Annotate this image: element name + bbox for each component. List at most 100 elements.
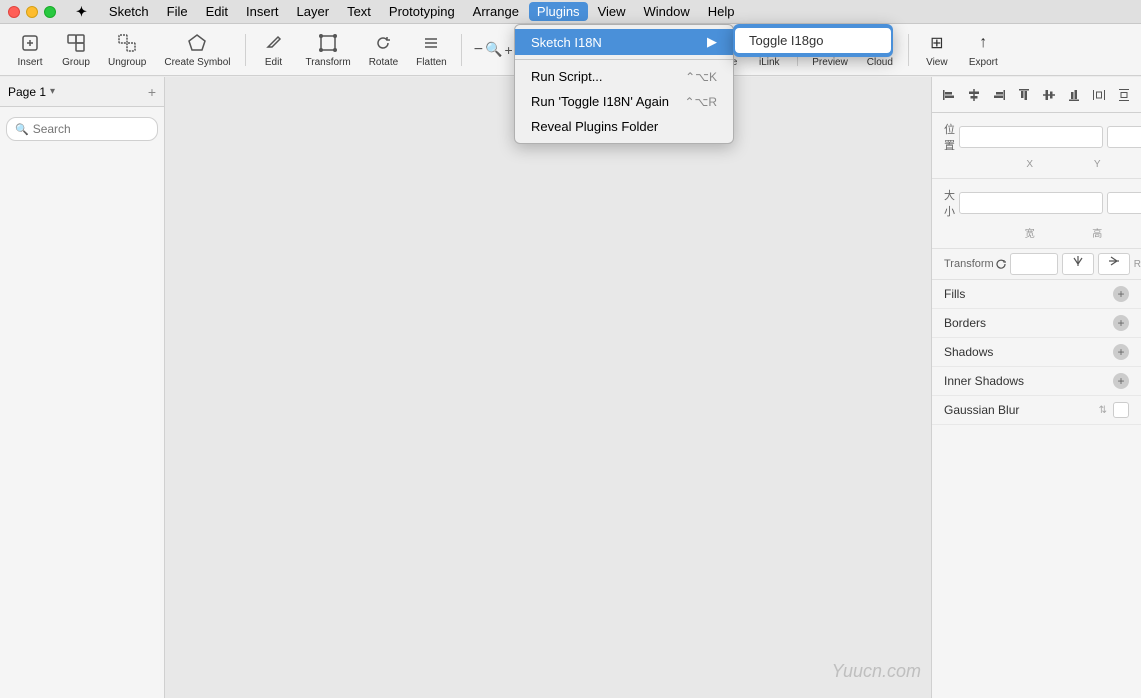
flatten-button[interactable]: Flatten [408, 28, 455, 72]
flip-v-button[interactable] [1098, 253, 1130, 275]
position-label: 位置 [944, 121, 955, 153]
right-panel: 位置 X Y 大小 宽 高 [931, 77, 1141, 698]
gaussian-blur-toggle-icon: ⇅ [1099, 405, 1107, 416]
export-button[interactable]: ↑ Export [961, 28, 1006, 72]
insert-icon [18, 32, 42, 55]
zoom-icon: 🔍 [485, 41, 502, 58]
sketch-i18n-item[interactable]: Sketch I18N ▶ [515, 29, 733, 55]
app-logo[interactable]: ✦ [68, 2, 95, 22]
size-label: 大小 [944, 187, 955, 219]
transform-label: Transform [944, 258, 994, 270]
inner-shadows-add-button[interactable]: + [1113, 373, 1129, 389]
height-input[interactable] [1107, 192, 1141, 214]
view-icon: ⊞ [925, 32, 949, 55]
menu-prototyping[interactable]: Prototyping [381, 2, 463, 21]
flatten-icon [419, 32, 443, 55]
toolbar-sep-5 [908, 34, 909, 66]
distribute-v-btn[interactable] [1113, 84, 1135, 106]
create-symbol-button[interactable]: Create Symbol [156, 28, 238, 72]
rotate-input[interactable] [1010, 253, 1058, 275]
position-section: 位置 X Y [932, 113, 1141, 179]
menu-plugins[interactable]: Plugins [529, 2, 588, 21]
menu-window[interactable]: Window [636, 2, 698, 21]
traffic-lights [8, 6, 56, 18]
maximize-button[interactable] [44, 6, 56, 18]
toggle-i18n-item[interactable]: Toggle I18go [735, 28, 891, 53]
run-script-item[interactable]: Run Script... ⌃⌥K [515, 64, 733, 89]
fills-add-button[interactable]: + [1113, 286, 1129, 302]
run-toggle-item[interactable]: Run 'Toggle I18N' Again ⌃⌥R [515, 89, 733, 114]
rotate-icon-small [994, 257, 1008, 271]
menu-app-name[interactable]: Sketch [101, 2, 157, 21]
menu-file[interactable]: File [159, 2, 196, 21]
shadows-section-header: Shadows + [932, 338, 1141, 367]
height-sublabel: 高 [1066, 225, 1130, 240]
menu-layer[interactable]: Layer [289, 2, 338, 21]
align-bottom-btn[interactable] [1063, 84, 1085, 106]
close-button[interactable] [8, 6, 20, 18]
page-chevron[interactable]: ▾ [50, 86, 55, 97]
create-symbol-icon [185, 32, 209, 55]
page-add-icon[interactable]: + [148, 84, 156, 100]
y-input[interactable] [1107, 126, 1141, 148]
distribute-h-btn[interactable] [1088, 84, 1110, 106]
rotate-icon [371, 32, 395, 55]
edit-icon [262, 32, 286, 55]
zoom-controls: − 🔍 + [468, 41, 519, 59]
gaussian-blur-section-header: Gaussian Blur ⇅ [932, 396, 1141, 425]
toolbar-sep-1 [245, 34, 246, 66]
page-name[interactable]: Page 1 [8, 85, 46, 99]
gaussian-blur-label: Gaussian Blur [944, 403, 1019, 417]
menu-text[interactable]: Text [339, 2, 379, 21]
x-input[interactable] [959, 126, 1103, 148]
transform-button[interactable]: Transform [298, 28, 359, 72]
zoom-plus[interactable]: + [505, 42, 513, 58]
edit-button[interactable]: Edit [252, 28, 296, 72]
align-right-btn[interactable] [988, 84, 1010, 106]
rotate-button[interactable]: Rotate [361, 28, 406, 72]
watermark: Yuucn.com [832, 661, 921, 682]
width-input[interactable] [959, 192, 1103, 214]
fills-label: Fills [944, 287, 965, 301]
shadows-add-button[interactable]: + [1113, 344, 1129, 360]
gaussian-blur-checkbox[interactable] [1113, 402, 1129, 418]
align-center-v-btn[interactable] [1038, 84, 1060, 106]
alignment-controls [932, 77, 1141, 113]
size-section: 大小 宽 高 [932, 179, 1141, 249]
menu-bar: ✦ Sketch File Edit Insert Layer Text Pro… [0, 0, 1141, 24]
export-icon: ↑ [971, 32, 995, 55]
width-sublabel: 宽 [998, 225, 1062, 240]
align-center-h-btn[interactable] [963, 84, 985, 106]
y-sublabel: Y [1066, 159, 1130, 170]
transform-section: Transform Rotate Flip [932, 249, 1141, 280]
fills-section-header: Fills + [932, 280, 1141, 309]
search-input[interactable] [33, 122, 149, 136]
search-icon: 🔍 [15, 123, 29, 136]
align-top-btn[interactable] [1013, 84, 1035, 106]
menu-bar-items: ✦ Sketch File Edit Insert Layer Text Pro… [68, 2, 743, 22]
minimize-button[interactable] [26, 6, 38, 18]
menu-view[interactable]: View [590, 2, 634, 21]
group-icon [64, 32, 88, 55]
menu-insert[interactable]: Insert [238, 2, 287, 21]
ungroup-button[interactable]: Ungroup [100, 28, 154, 72]
menu-help[interactable]: Help [700, 2, 743, 21]
menu-edit[interactable]: Edit [198, 2, 236, 21]
canvas[interactable] [165, 77, 931, 698]
borders-add-button[interactable]: + [1113, 315, 1129, 331]
zoom-minus[interactable]: − [474, 41, 483, 59]
canvas-area [165, 77, 931, 698]
group-button[interactable]: Group [54, 28, 98, 72]
insert-button[interactable]: Insert [8, 28, 52, 72]
sketch-i18n-submenu: Toggle I18go [733, 24, 893, 57]
plugins-dropdown: Sketch I18N ▶ Run Script... ⌃⌥K Run 'Tog… [514, 24, 734, 144]
view-button[interactable]: ⊞ View [915, 28, 959, 72]
reveal-plugins-item[interactable]: Reveal Plugins Folder [515, 114, 733, 139]
submenu-arrow-icon: ▶ [707, 34, 717, 50]
x-sublabel: X [998, 159, 1062, 170]
align-left-btn[interactable] [938, 84, 960, 106]
flip-h-button[interactable] [1062, 253, 1094, 275]
menu-arrange[interactable]: Arrange [465, 2, 527, 21]
transform-icon [316, 32, 340, 55]
toolbar-sep-2 [461, 34, 462, 66]
